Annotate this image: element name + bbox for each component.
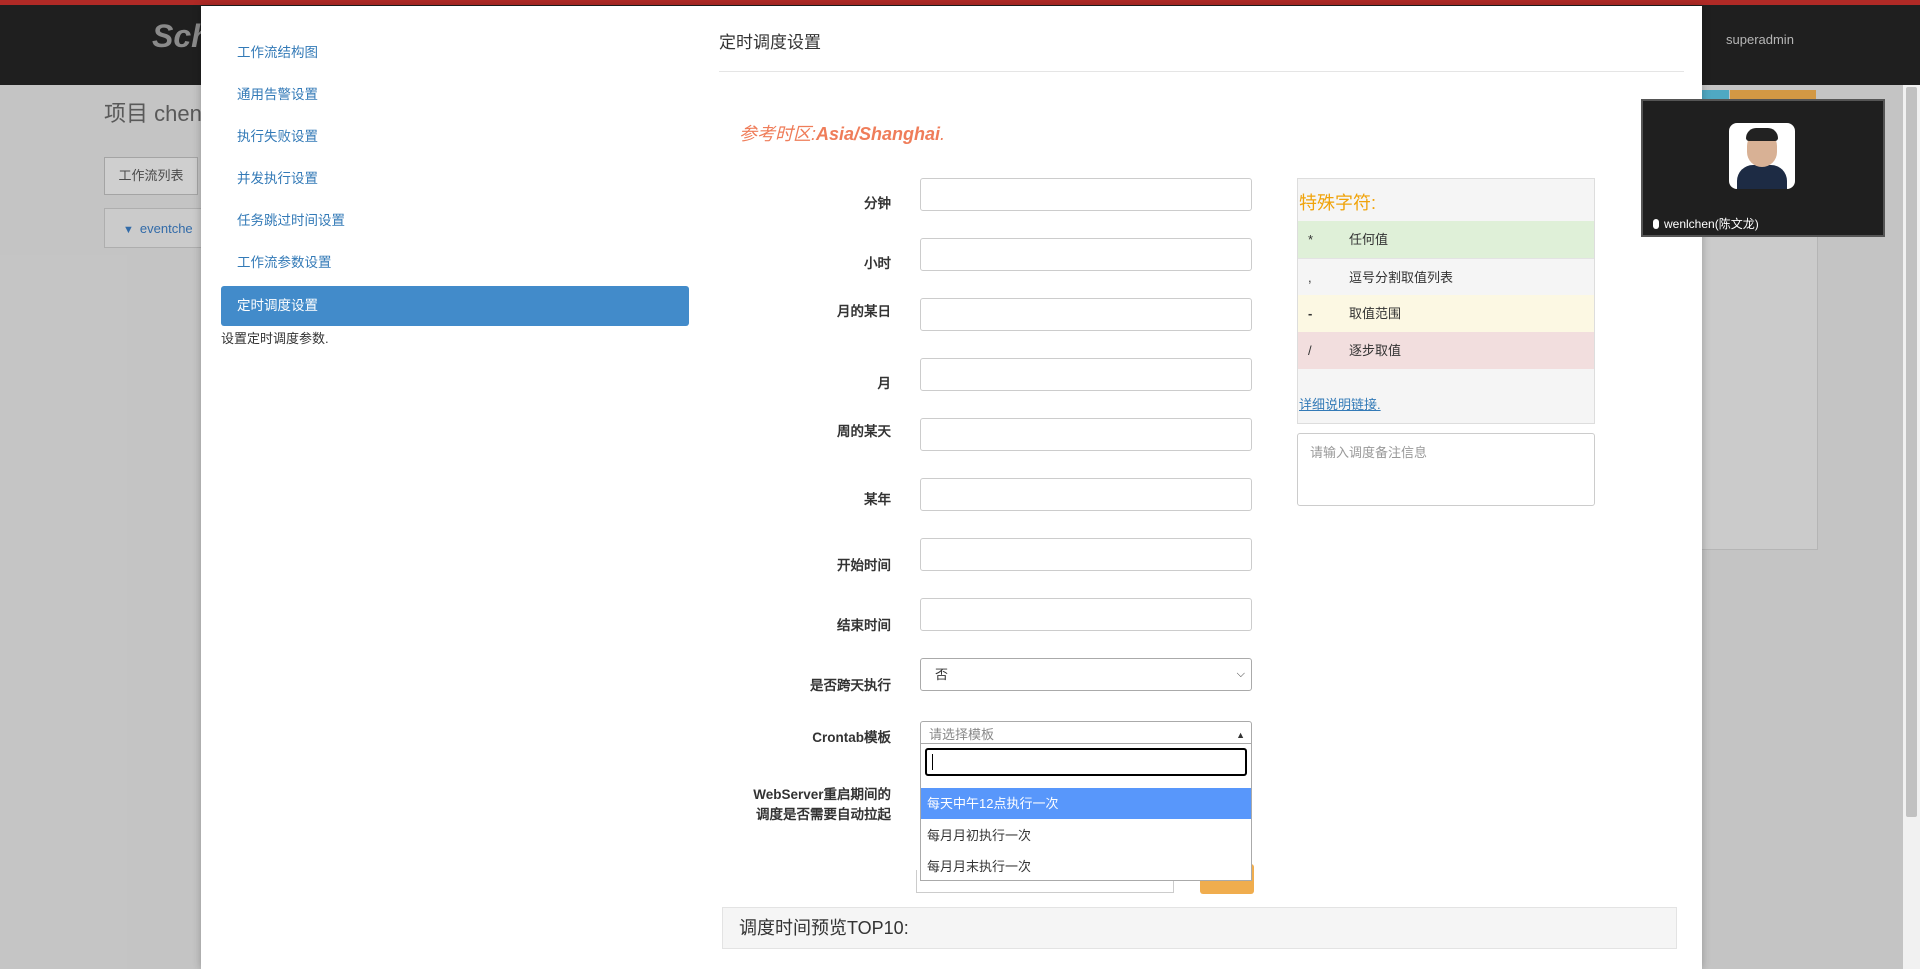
timezone-value: Asia/Shanghai xyxy=(816,124,941,144)
avatar-hair xyxy=(1746,128,1778,141)
text-cursor xyxy=(932,754,933,770)
title-divider xyxy=(719,71,1684,72)
page-title: 定时调度设置 xyxy=(719,33,821,52)
webserver-label-line2: 调度是否需要自动拉起 xyxy=(756,807,891,822)
day-of-week-input[interactable] xyxy=(920,418,1252,451)
webserver-label-line1: WebServer重启期间的 xyxy=(753,787,891,802)
cross-day-value: 否 xyxy=(935,667,949,682)
detail-link[interactable]: 详细说明链接. xyxy=(1299,394,1381,413)
day-of-month-input[interactable] xyxy=(920,298,1252,331)
video-tile[interactable]: wenlchen(陈文龙) xyxy=(1641,99,1885,237)
start-time-label: 开始时间 xyxy=(837,558,891,573)
nav-item-workflow-graph[interactable]: 工作流结构图 xyxy=(221,32,689,74)
nav-item-general-alert[interactable]: 通用告警设置 xyxy=(221,74,689,116)
special-chars-panel: 特殊字符: * 任何值 , 逗号分割取值列表 - 取值范围 / 逐步取值 详细说明链接. xyxy=(1297,178,1595,424)
minute-input[interactable] xyxy=(920,178,1252,211)
day-of-month-label: 月的某日 xyxy=(837,304,891,319)
day-of-week-label: 周的某天 xyxy=(837,424,891,439)
timezone-suffix: . xyxy=(940,124,946,144)
nav-item-concurrency[interactable]: 并发执行设置 xyxy=(221,158,689,200)
hour-label: 小时 xyxy=(864,256,891,271)
crontab-dropdown: 每天中午12点执行一次 每月月初执行一次 每月月末执行一次 xyxy=(920,743,1252,881)
special-char-symbol: * xyxy=(1308,232,1314,247)
scroll-thumb[interactable] xyxy=(1906,87,1917,817)
cross-day-label: 是否跨天执行 xyxy=(810,678,891,693)
cross-day-select[interactable]: 否 ⌵ xyxy=(920,658,1252,691)
special-char-desc: 取值范围 xyxy=(1349,306,1402,321)
nav-item-schedule[interactable]: 定时调度设置 xyxy=(221,286,689,326)
participant-name: wenlchen(陈文龙) xyxy=(1653,215,1759,232)
dropdown-option[interactable]: 每月月末执行一次 xyxy=(921,851,1251,882)
special-char-symbol: , xyxy=(1308,270,1312,285)
hour-input[interactable] xyxy=(920,238,1252,271)
crontab-placeholder: 请选择模板 xyxy=(929,727,995,742)
page-scrollbar[interactable] xyxy=(1903,85,1920,969)
participant-label: wenlchen(陈文龙) xyxy=(1664,217,1759,231)
minute-label: 分钟 xyxy=(864,196,891,211)
dropdown-search-input[interactable] xyxy=(925,748,1247,776)
special-char-desc: 任何值 xyxy=(1349,232,1389,247)
nav-item-failure-settings[interactable]: 执行失败设置 xyxy=(221,116,689,158)
start-time-input[interactable] xyxy=(920,538,1252,571)
schedule-preview-header: 调度时间预览TOP10: xyxy=(722,907,1677,949)
avatar xyxy=(1729,123,1795,189)
avatar-body xyxy=(1737,165,1787,189)
special-chars-title: 特殊字符: xyxy=(1299,193,1377,213)
special-char-symbol: - xyxy=(1308,306,1313,321)
special-char-row: - 取值范围 xyxy=(1298,295,1594,332)
nav-item-skip-time[interactable]: 任务跳过时间设置 xyxy=(221,200,689,242)
special-char-desc: 逗号分割取值列表 xyxy=(1349,270,1454,285)
special-char-row: , 逗号分割取值列表 xyxy=(1298,258,1594,296)
special-char-desc: 逐步取值 xyxy=(1349,343,1402,358)
month-input[interactable] xyxy=(920,358,1252,391)
year-input[interactable] xyxy=(920,478,1252,511)
crontab-label: Crontab模板 xyxy=(812,730,891,745)
special-char-symbol: / xyxy=(1308,343,1312,358)
dropdown-option[interactable]: 每月月初执行一次 xyxy=(921,820,1251,851)
microphone-icon xyxy=(1653,219,1659,229)
nav-description: 设置定时调度参数. xyxy=(221,331,329,346)
dropdown-option[interactable]: 每天中午12点执行一次 xyxy=(921,788,1251,819)
remark-textarea[interactable]: 请输入调度备注信息 xyxy=(1297,433,1595,506)
webserver-label: WebServer重启期间的 调度是否需要自动拉起 xyxy=(701,785,891,825)
schedule-settings-modal: 工作流结构图 通用告警设置 执行失败设置 并发执行设置 任务跳过时间设置 工作流… xyxy=(201,6,1702,969)
end-time-input[interactable] xyxy=(920,598,1252,631)
timezone-prefix: 参考时区: xyxy=(739,124,817,144)
year-label: 某年 xyxy=(864,492,891,507)
settings-nav: 工作流结构图 通用告警设置 执行失败设置 并发执行设置 任务跳过时间设置 工作流… xyxy=(221,32,689,347)
end-time-label: 结束时间 xyxy=(837,618,891,633)
special-char-row: * 任何值 xyxy=(1298,221,1594,258)
chevron-down-icon: ⌵ xyxy=(1236,668,1245,680)
month-label: 月 xyxy=(877,376,892,391)
special-char-row: / 逐步取值 xyxy=(1298,332,1594,369)
nav-item-workflow-params[interactable]: 工作流参数设置 xyxy=(221,242,689,284)
timezone-note: 参考时区:Asia/Shanghai. xyxy=(739,120,945,146)
